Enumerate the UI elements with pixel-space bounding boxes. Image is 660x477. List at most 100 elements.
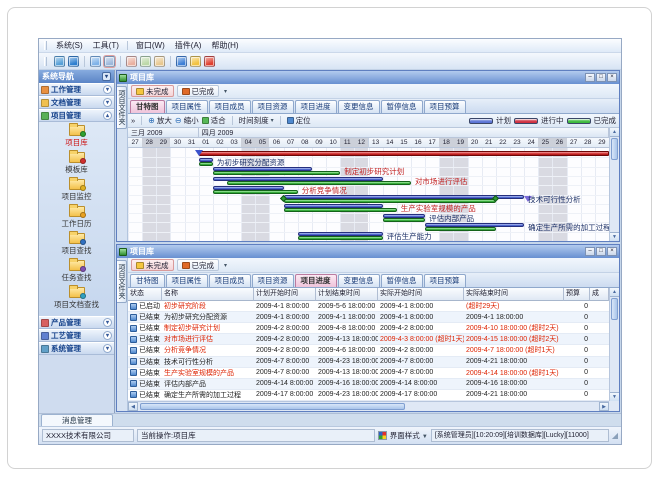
gantt-vertical-scrollbar[interactable]: ▲ ▼ [609,128,619,241]
tab-5[interactable]: 变更信息 [338,100,380,113]
actual-bar[interactable] [425,227,496,231]
scrollbar-thumb[interactable] [140,403,405,410]
actual-bar[interactable] [298,236,383,240]
scrollbar-thumb[interactable] [611,298,618,320]
expand-chevron-icon[interactable]: ▾ [103,85,112,94]
zoom-out-button[interactable]: ⊖缩小 [175,115,199,126]
minimize-button[interactable]: – [585,73,595,82]
menubar-grip[interactable] [44,41,47,50]
tab-3[interactable]: 项目资源 [252,274,294,287]
expand-chevron-icon[interactable]: ▾ [103,98,112,107]
table-row-4[interactable]: 已结束分析竞争情况2009-4-2 8:00:002009-4-6 18:00:… [128,345,609,356]
column-header-3[interactable]: 计划结束时间 [316,288,378,301]
table-window-titlebar[interactable]: 项目库 – □ × [117,245,619,258]
expand-chevron-icon[interactable]: ▾ [103,331,112,340]
gantt-window-titlebar[interactable]: 项目库 – □ × [117,71,619,84]
scroll-up-icon[interactable]: ▲ [610,128,619,137]
tab-1[interactable]: 项目属性 [166,274,208,287]
sidebar-item-3[interactable]: 工作日历 [39,206,114,229]
exit-icon[interactable] [204,56,215,67]
collapse-chevron-icon[interactable]: ▴ [103,111,112,120]
table-horizontal-scrollbar[interactable]: ◀ ▶ [128,401,609,411]
expand-chevron-icon[interactable]: ▾ [103,318,112,327]
scrollbar-thumb[interactable] [611,138,618,160]
minimize-button[interactable]: – [585,247,595,256]
sidebar-group-1[interactable]: 文档管理▾ [39,96,114,109]
menu-item-1[interactable]: 工具(T) [88,39,124,52]
column-header-7[interactable]: 成 [590,288,609,301]
tab-7[interactable]: 项目预算 [424,274,466,287]
table-vertical-scrollbar[interactable]: ▲ ▼ [609,288,619,401]
table-row-8[interactable]: 已结束确定生产所需的加工过程2009-4-17 8:00:002009-4-23… [128,390,609,401]
column-header-4[interactable]: 实际开始时间 [378,288,464,301]
tab-0[interactable]: 甘特图 [130,274,165,287]
expand-chevron-icon[interactable]: ▾ [103,344,112,353]
column-header-0[interactable]: 状态 [128,288,162,301]
column-header-6[interactable]: 预算 [564,288,590,301]
help-icon[interactable] [176,56,187,67]
sidebar-item-0[interactable]: 项目库 [39,125,114,148]
table-row-5[interactable]: 已结束技术可行性分析2009-4-7 8:00:002009-4-23 18:0… [128,357,609,368]
scroll-right-icon[interactable]: ▶ [599,402,609,411]
web-icon[interactable] [68,56,79,67]
tab-1[interactable]: 项目属性 [166,100,208,113]
column-header-5[interactable]: 实际结束时间 [464,288,564,301]
zoom-in-button[interactable]: ⊕放大 [148,115,172,126]
tab-2[interactable]: 项目成员 [209,100,251,113]
filter-more-button[interactable]: ▾ [224,88,227,95]
sidebar-group-4[interactable]: 工艺管理▾ [39,329,114,342]
project-folders-tab[interactable]: 项目文件夹 [117,86,127,129]
report-orange-icon[interactable] [154,56,165,67]
menu-item-0[interactable]: 系统(S) [51,39,88,52]
message-management-tab[interactable]: 消息管理 [41,414,113,426]
close-button[interactable]: × [607,247,617,256]
sidebar-group-0[interactable]: 工作管理▾ [39,83,114,96]
tab-4[interactable]: 项目进度 [295,100,337,113]
table-row-3[interactable]: 已结束对市场进行评估2009-4-2 8:00:002009-4-13 18:0… [128,334,609,345]
maximize-button[interactable]: □ [596,73,606,82]
sidebar-item-4[interactable]: 项目查找 [39,233,114,256]
tab-6[interactable]: 暂停信息 [381,274,423,287]
tab-7[interactable]: 项目预算 [424,100,466,113]
table-row-0[interactable]: 已启动初步研究阶段2009-4-1 8:00:002009-5-6 18:00:… [128,301,609,312]
sidebar-group-5[interactable]: 系统管理▾ [39,342,114,355]
close-button[interactable]: × [607,73,617,82]
column-header-1[interactable]: 名称 [162,288,254,301]
tab-2[interactable]: 项目成员 [209,274,251,287]
menu-item-3[interactable]: 窗口(W) [131,39,170,52]
table-row-2[interactable]: 已结束制定初步研究计划2009-4-2 8:00:002009-4-8 18:0… [128,323,609,334]
scroll-down-icon[interactable]: ▼ [610,232,619,241]
toolbar-grip[interactable] [44,57,47,66]
actual-bar[interactable] [213,171,340,175]
actual-bar[interactable] [284,208,397,212]
maximize-button[interactable]: □ [596,247,606,256]
filter-more-button[interactable]: ▾ [224,262,227,269]
open-folder-icon[interactable] [90,56,101,67]
finished-filter-button[interactable]: 已完成 [177,259,220,271]
sidebar-group-2[interactable]: 项目管理▴ [39,109,114,122]
actual-bar[interactable] [213,190,298,194]
lock-icon[interactable] [190,56,201,67]
sidebar-item-1[interactable]: 模板库 [39,152,114,175]
actual-bar[interactable] [383,218,425,222]
tab-0[interactable]: 甘特图 [130,100,165,113]
save-icon[interactable] [104,56,115,67]
unfinished-filter-button[interactable]: 未完成 [131,259,174,271]
report-green-icon[interactable] [140,56,151,67]
sidebar-item-2[interactable]: 项目监控 [39,179,114,202]
project-folders-tab[interactable]: 项目文件夹 [117,260,127,303]
scroll-left-icon[interactable]: ◀ [128,402,138,411]
locate-button[interactable]: 定位 [287,115,311,126]
fit-button[interactable]: 适合 [202,115,226,126]
finished-filter-button[interactable]: 已完成 [177,85,220,97]
tab-3[interactable]: 项目资源 [252,100,294,113]
table-row-1[interactable]: 已结束为初步研究分配资源2009-4-1 8:00:002009-4-1 18:… [128,312,609,323]
sidebar-item-5[interactable]: 任务查找 [39,260,114,283]
scroll-down-icon[interactable]: ▼ [610,392,619,401]
table-row-6[interactable]: 已结束生产实验室规模的产品2009-4-7 8:00:002009-4-13 1… [128,368,609,379]
tab-5[interactable]: 变更信息 [338,274,380,287]
summary-bar[interactable] [199,151,609,156]
sidebar-item-6[interactable]: 项目文档查找 [39,287,114,310]
menu-item-4[interactable]: 插件(A) [170,39,207,52]
menu-item-5[interactable]: 帮助(H) [206,39,243,52]
